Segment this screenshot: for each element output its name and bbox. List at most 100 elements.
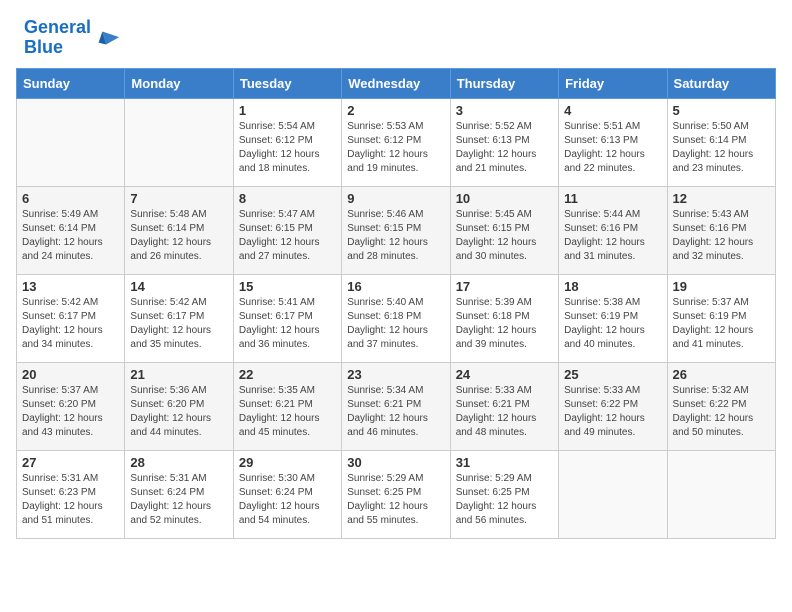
day-number: 6	[22, 191, 119, 206]
calendar-cell: 20 Sunrise: 5:37 AM Sunset: 6:20 PM Dayli…	[17, 362, 125, 450]
day-number: 30	[347, 455, 444, 470]
day-info: Sunrise: 5:48 AM Sunset: 6:14 PM Dayligh…	[130, 208, 227, 264]
day-info: Sunrise: 5:42 AM Sunset: 6:17 PM Dayligh…	[22, 296, 119, 352]
calendar-cell: 29 Sunrise: 5:30 AM Sunset: 6:24 PM Dayli…	[233, 450, 341, 538]
weekday-saturday: Saturday	[667, 68, 775, 98]
week-row-4: 20 Sunrise: 5:37 AM Sunset: 6:20 PM Dayli…	[17, 362, 776, 450]
calendar-cell: 12 Sunrise: 5:43 AM Sunset: 6:16 PM Dayli…	[667, 186, 775, 274]
day-number: 31	[456, 455, 553, 470]
week-row-1: 1Sunrise: 5:54 AM Sunset: 6:12 PM Daylig…	[17, 98, 776, 186]
calendar-cell: 21Sunrise: 5:36 AM Sunset: 6:20 PM Dayli…	[125, 362, 233, 450]
calendar-cell: 27 Sunrise: 5:31 AM Sunset: 6:23 PM Dayli…	[17, 450, 125, 538]
weekday-tuesday: Tuesday	[233, 68, 341, 98]
day-info: Sunrise: 5:51 AM Sunset: 6:13 PM Dayligh…	[564, 120, 661, 176]
day-info: Sunrise: 5:37 AM Sunset: 6:19 PM Dayligh…	[673, 296, 770, 352]
calendar-cell: 9 Sunrise: 5:46 AM Sunset: 6:15 PM Daylig…	[342, 186, 450, 274]
day-info: Sunrise: 5:45 AM Sunset: 6:15 PM Dayligh…	[456, 208, 553, 264]
day-info: Sunrise: 5:47 AM Sunset: 6:15 PM Dayligh…	[239, 208, 336, 264]
day-number: 14	[130, 279, 227, 294]
day-info: Sunrise: 5:34 AM Sunset: 6:21 PM Dayligh…	[347, 384, 444, 440]
day-info: Sunrise: 5:53 AM Sunset: 6:12 PM Dayligh…	[347, 120, 444, 176]
day-info: Sunrise: 5:52 AM Sunset: 6:13 PM Dayligh…	[456, 120, 553, 176]
day-number: 8	[239, 191, 336, 206]
day-number: 24	[456, 367, 553, 382]
week-row-5: 27 Sunrise: 5:31 AM Sunset: 6:23 PM Dayli…	[17, 450, 776, 538]
day-number: 11	[564, 191, 661, 206]
day-number: 7	[130, 191, 227, 206]
day-info: Sunrise: 5:40 AM Sunset: 6:18 PM Dayligh…	[347, 296, 444, 352]
day-info: Sunrise: 5:31 AM Sunset: 6:24 PM Dayligh…	[130, 472, 227, 528]
calendar-cell: 28 Sunrise: 5:31 AM Sunset: 6:24 PM Dayli…	[125, 450, 233, 538]
day-info: Sunrise: 5:36 AM Sunset: 6:20 PM Dayligh…	[130, 384, 227, 440]
day-number: 29	[239, 455, 336, 470]
day-number: 4	[564, 103, 661, 118]
day-number: 27	[22, 455, 119, 470]
calendar-cell: 24 Sunrise: 5:33 AM Sunset: 6:21 PM Dayli…	[450, 362, 558, 450]
calendar-container: SundayMondayTuesdayWednesdayThursdayFrid…	[0, 68, 792, 555]
calendar-cell	[667, 450, 775, 538]
logo-icon	[93, 24, 121, 52]
day-info: Sunrise: 5:30 AM Sunset: 6:24 PM Dayligh…	[239, 472, 336, 528]
day-number: 17	[456, 279, 553, 294]
calendar-cell: 31 Sunrise: 5:29 AM Sunset: 6:25 PM Dayli…	[450, 450, 558, 538]
day-number: 10	[456, 191, 553, 206]
logo: General Blue	[24, 18, 121, 58]
day-info: Sunrise: 5:31 AM Sunset: 6:23 PM Dayligh…	[22, 472, 119, 528]
calendar-cell: 5 Sunrise: 5:50 AM Sunset: 6:14 PM Daylig…	[667, 98, 775, 186]
day-info: Sunrise: 5:35 AM Sunset: 6:21 PM Dayligh…	[239, 384, 336, 440]
day-info: Sunrise: 5:37 AM Sunset: 6:20 PM Dayligh…	[22, 384, 119, 440]
day-info: Sunrise: 5:42 AM Sunset: 6:17 PM Dayligh…	[130, 296, 227, 352]
day-info: Sunrise: 5:46 AM Sunset: 6:15 PM Dayligh…	[347, 208, 444, 264]
day-number: 12	[673, 191, 770, 206]
calendar-cell	[559, 450, 667, 538]
weekday-friday: Friday	[559, 68, 667, 98]
day-number: 13	[22, 279, 119, 294]
day-info: Sunrise: 5:38 AM Sunset: 6:19 PM Dayligh…	[564, 296, 661, 352]
calendar-cell: 23 Sunrise: 5:34 AM Sunset: 6:21 PM Dayli…	[342, 362, 450, 450]
calendar-cell: 22 Sunrise: 5:35 AM Sunset: 6:21 PM Dayli…	[233, 362, 341, 450]
day-number: 23	[347, 367, 444, 382]
calendar-cell: 19 Sunrise: 5:37 AM Sunset: 6:19 PM Dayli…	[667, 274, 775, 362]
logo-text: General	[24, 18, 91, 38]
calendar-table: SundayMondayTuesdayWednesdayThursdayFrid…	[16, 68, 776, 539]
day-number: 9	[347, 191, 444, 206]
calendar-cell: 13 Sunrise: 5:42 AM Sunset: 6:17 PM Dayli…	[17, 274, 125, 362]
day-number: 15	[239, 279, 336, 294]
day-number: 5	[673, 103, 770, 118]
day-info: Sunrise: 5:41 AM Sunset: 6:17 PM Dayligh…	[239, 296, 336, 352]
weekday-thursday: Thursday	[450, 68, 558, 98]
calendar-cell: 15 Sunrise: 5:41 AM Sunset: 6:17 PM Dayli…	[233, 274, 341, 362]
calendar-cell: 3 Sunrise: 5:52 AM Sunset: 6:13 PM Daylig…	[450, 98, 558, 186]
calendar-cell: 30Sunrise: 5:29 AM Sunset: 6:25 PM Dayli…	[342, 450, 450, 538]
day-info: Sunrise: 5:39 AM Sunset: 6:18 PM Dayligh…	[456, 296, 553, 352]
weekday-monday: Monday	[125, 68, 233, 98]
weekday-header-row: SundayMondayTuesdayWednesdayThursdayFrid…	[17, 68, 776, 98]
day-info: Sunrise: 5:33 AM Sunset: 6:22 PM Dayligh…	[564, 384, 661, 440]
calendar-cell: 26 Sunrise: 5:32 AM Sunset: 6:22 PM Dayli…	[667, 362, 775, 450]
calendar-cell: 7 Sunrise: 5:48 AM Sunset: 6:14 PM Daylig…	[125, 186, 233, 274]
day-number: 20	[22, 367, 119, 382]
day-number: 18	[564, 279, 661, 294]
day-number: 25	[564, 367, 661, 382]
day-number: 26	[673, 367, 770, 382]
day-info: Sunrise: 5:50 AM Sunset: 6:14 PM Dayligh…	[673, 120, 770, 176]
week-row-2: 6 Sunrise: 5:49 AM Sunset: 6:14 PM Daylig…	[17, 186, 776, 274]
day-info: Sunrise: 5:32 AM Sunset: 6:22 PM Dayligh…	[673, 384, 770, 440]
calendar-cell: 17 Sunrise: 5:39 AM Sunset: 6:18 PM Dayli…	[450, 274, 558, 362]
day-number: 22	[239, 367, 336, 382]
calendar-cell: 8 Sunrise: 5:47 AM Sunset: 6:15 PM Daylig…	[233, 186, 341, 274]
calendar-cell: 1Sunrise: 5:54 AM Sunset: 6:12 PM Daylig…	[233, 98, 341, 186]
day-number: 28	[130, 455, 227, 470]
day-info: Sunrise: 5:29 AM Sunset: 6:25 PM Dayligh…	[456, 472, 553, 528]
logo-text2: Blue	[24, 38, 91, 58]
week-row-3: 13 Sunrise: 5:42 AM Sunset: 6:17 PM Dayli…	[17, 274, 776, 362]
day-info: Sunrise: 5:43 AM Sunset: 6:16 PM Dayligh…	[673, 208, 770, 264]
day-info: Sunrise: 5:33 AM Sunset: 6:21 PM Dayligh…	[456, 384, 553, 440]
weekday-wednesday: Wednesday	[342, 68, 450, 98]
day-number: 19	[673, 279, 770, 294]
calendar-cell: 14 Sunrise: 5:42 AM Sunset: 6:17 PM Dayli…	[125, 274, 233, 362]
calendar-cell: 11Sunrise: 5:44 AM Sunset: 6:16 PM Dayli…	[559, 186, 667, 274]
day-info: Sunrise: 5:49 AM Sunset: 6:14 PM Dayligh…	[22, 208, 119, 264]
calendar-cell: 18 Sunrise: 5:38 AM Sunset: 6:19 PM Dayli…	[559, 274, 667, 362]
day-number: 3	[456, 103, 553, 118]
